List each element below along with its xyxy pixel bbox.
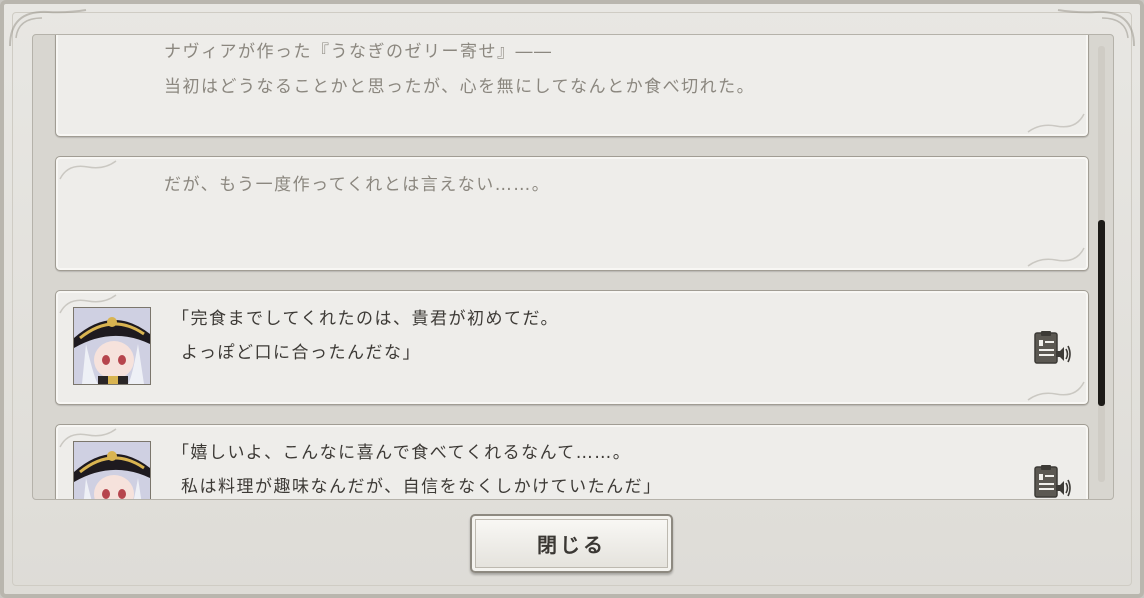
voice-replay-icon[interactable] xyxy=(1032,329,1072,369)
navia-portrait-icon xyxy=(74,442,150,499)
scrollbar-thumb[interactable] xyxy=(1098,220,1105,406)
flourish-ornament-icon xyxy=(1027,247,1085,267)
navia-portrait-icon xyxy=(74,308,150,384)
voice-replay-icon[interactable] xyxy=(1032,463,1072,500)
narration-line: だが、もう一度作ってくれとは言えない……。 xyxy=(164,175,551,195)
flourish-ornament-icon xyxy=(59,160,117,180)
narration-line: ナヴィアが作った『うなぎのゼリー寄せ』―― xyxy=(164,42,553,62)
close-button[interactable]: 閉じる xyxy=(470,514,673,573)
flourish-ornament-icon xyxy=(1027,113,1085,133)
scrollbar-track[interactable] xyxy=(1098,46,1105,482)
close-button-label: 閉じる xyxy=(537,533,606,557)
character-portrait xyxy=(73,441,151,499)
speech-line: 私は料理が趣味なんだが、自信をなくしかけていたんだ」 xyxy=(181,477,662,497)
log-entry-speech: 「嬉しいよ、こんなに喜んで食べてくれるなんて……。 私は料理が趣味なんだが、自信… xyxy=(55,424,1089,500)
log-entry-narration: ナヴィアが作った『うなぎのゼリー寄せ』―― 当初はどうなることかと思ったが、心を… xyxy=(55,35,1089,137)
backlog-list[interactable]: ナヴィアが作った『うなぎのゼリー寄せ』―― 当初はどうなることかと思ったが、心を… xyxy=(32,34,1114,500)
log-entry-speech: 「完食までしてくれたのは、貴君が初めてだ。 よっぽど口に合ったんだな」 xyxy=(55,290,1089,405)
speech-line: 「嬉しいよ、こんなに喜んで食べてくれるなんて……。 xyxy=(172,443,632,463)
log-entry-narration: だが、もう一度作ってくれとは言えない……。 xyxy=(55,156,1089,271)
flourish-ornament-icon xyxy=(1027,381,1085,401)
character-portrait xyxy=(73,307,151,385)
speech-line: 「完食までしてくれたのは、貴君が初めてだ。 xyxy=(172,309,559,329)
narration-line: 当初はどうなることかと思ったが、心を無にしてなんとか食べ切れた。 xyxy=(164,77,756,97)
speech-line: よっぽど口に合ったんだな」 xyxy=(181,343,421,363)
